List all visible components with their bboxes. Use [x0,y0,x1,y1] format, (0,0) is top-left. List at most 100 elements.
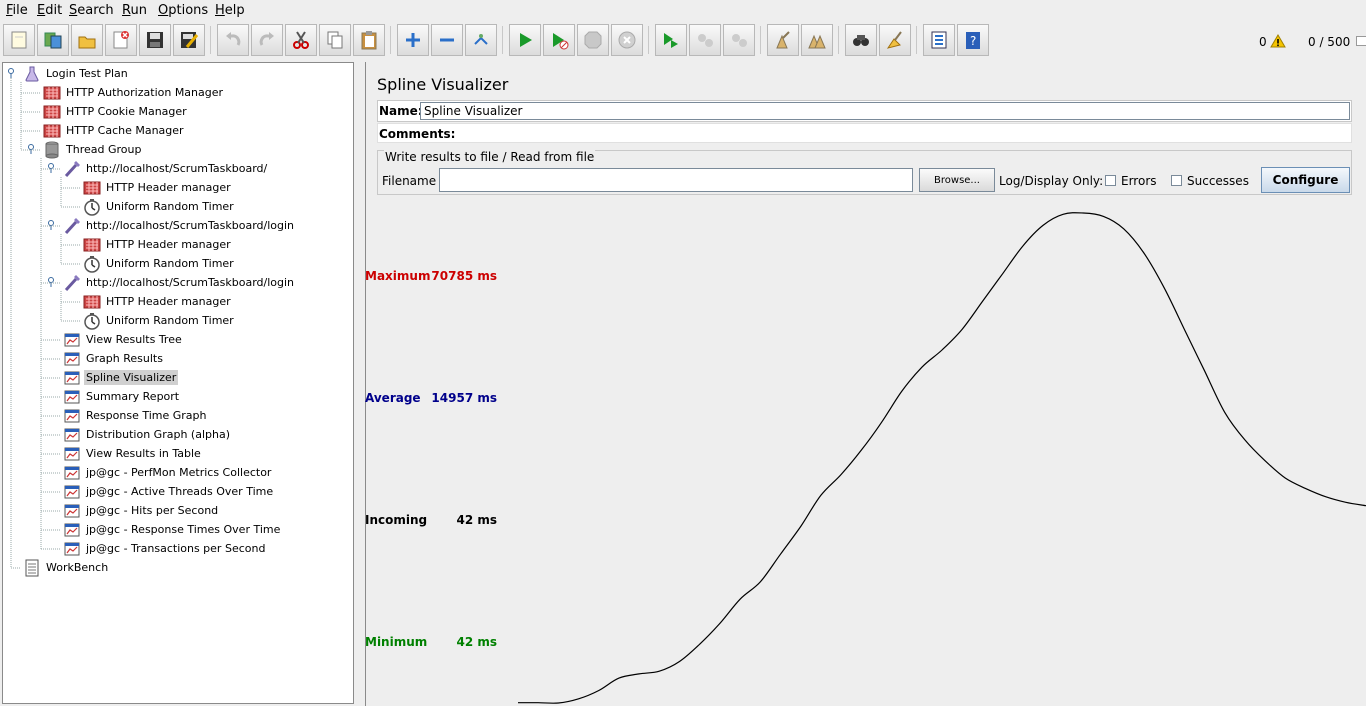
reset-search-button[interactable] [879,24,911,56]
tree-item[interactable]: HTTP Header manager [83,235,233,254]
listener-icon [63,369,81,387]
cut-button[interactable] [285,24,317,56]
tree-item-label: HTTP Cache Manager [66,124,184,137]
collapse-button[interactable] [431,24,463,56]
shutdown-button[interactable] [611,24,643,56]
timer-icon [83,255,101,273]
tree-item-label: WorkBench [46,561,109,574]
tree-item-label: View Results Tree [86,333,182,346]
save-as-button[interactable] [173,24,205,56]
tree-expand-handle[interactable] [48,163,54,174]
tree-item[interactable]: jp@gc - Transactions per Second [63,539,267,558]
tree-item[interactable]: HTTP Cache Manager [43,121,186,140]
tree-item[interactable]: Graph Results [63,349,165,368]
tree-item-label: HTTP Header manager [106,295,231,308]
tree-item-label: Spline Visualizer [84,370,179,385]
help-button[interactable]: ? [957,24,989,56]
stop-icon [584,31,602,49]
tree-item[interactable]: jp@gc - Active Threads Over Time [63,482,275,501]
listener-icon [63,502,81,520]
start-button[interactable] [509,24,541,56]
redo-button[interactable] [251,24,283,56]
templates-button[interactable] [37,24,69,56]
tree-item-label: http://localhost/ScrumTaskboard/login [86,276,295,289]
clear-all-button[interactable] [801,24,833,56]
stop-button[interactable] [577,24,609,56]
copy-button[interactable] [319,24,351,56]
shutdown-icon [618,31,636,49]
tree-item[interactable]: jp@gc - Hits per Second [63,501,220,520]
search-button[interactable] [845,24,877,56]
menu-edit[interactable]: Edit [37,3,62,18]
tree-item[interactable]: HTTP Cookie Manager [43,102,189,121]
tree-item[interactable]: Thread Group [43,140,143,159]
name-field[interactable] [420,102,1350,120]
menu-bar: File Edit Search Run Options Help [0,0,1366,22]
tree-item[interactable]: HTTP Header manager [83,178,233,197]
remote-start-button[interactable] [655,24,687,56]
file-section: Write results to file / Read from file F… [377,150,1352,195]
comments-row[interactable]: Comments: [377,123,1352,143]
svg-text:?: ? [970,34,976,48]
tree-item[interactable]: Login Test Plan [23,64,130,83]
tree-item[interactable]: View Results in Table [63,444,203,463]
config-element-icon [83,179,101,197]
remote-stop-button[interactable] [689,24,721,56]
filename-field[interactable] [439,168,913,192]
toggle-button[interactable] [465,24,497,56]
toggle-icon [474,34,488,45]
tree-item[interactable]: http://localhost/ScrumTaskboard/login [63,216,296,235]
tree-item-label: Uniform Random Timer [106,257,234,270]
clear-button[interactable] [767,24,799,56]
menu-file[interactable]: File [6,3,28,18]
tree-item[interactable]: Distribution Graph (alpha) [63,425,232,444]
tree-item[interactable]: http://localhost/ScrumTaskboard/login [63,273,296,292]
tree-expand-handle[interactable] [28,144,34,155]
tree-item[interactable]: HTTP Authorization Manager [43,83,225,102]
function-helper-button[interactable] [923,24,955,56]
tree-item[interactable]: jp@gc - PerfMon Metrics Collector [63,463,273,482]
splitter[interactable] [356,62,364,706]
tree-expand-handle[interactable] [48,277,54,288]
templates-icon [44,32,62,49]
browse-button[interactable]: Browse... [919,168,995,192]
tree-item[interactable]: Response Time Graph [63,406,208,425]
tree-item-label: Distribution Graph (alpha) [86,428,230,441]
configure-button[interactable]: Configure [1261,167,1350,193]
tree-item[interactable]: Uniform Random Timer [83,311,236,330]
start-no-timers-button[interactable] [543,24,575,56]
tree-item[interactable]: Uniform Random Timer [83,197,236,216]
tree-item-label: jp@gc - Active Threads Over Time [86,485,274,498]
tree-item-label: Graph Results [86,352,163,365]
save-button[interactable] [139,24,171,56]
close-button[interactable] [105,24,137,56]
tree-item[interactable]: http://localhost/ScrumTaskboard/ [63,159,269,178]
tree-item[interactable]: Summary Report [63,387,181,406]
tree-item[interactable]: Uniform Random Timer [83,254,236,273]
undo-button[interactable] [217,24,249,56]
tree-expand-handle[interactable] [48,220,54,231]
errors-checkbox[interactable] [1105,175,1116,186]
menu-help[interactable]: Help [215,3,245,18]
open-button[interactable] [71,24,103,56]
open-icon [78,36,96,49]
menu-options[interactable]: Options [158,3,208,18]
thread-indicator [1356,36,1366,46]
tree-item[interactable]: Spline Visualizer [63,368,179,387]
menu-search[interactable]: Search [69,3,114,18]
tree-item[interactable]: jp@gc - Response Times Over Time [63,520,282,539]
tree-item[interactable]: WorkBench [23,558,110,577]
tree-item[interactable]: HTTP Header manager [83,292,233,311]
start-no-timers-icon [553,33,569,50]
new-button[interactable] [3,24,35,56]
timer-icon [83,198,101,216]
undo-icon [226,32,241,46]
menu-run[interactable]: Run [122,3,147,18]
tree-expand-handle[interactable] [8,68,14,79]
successes-checkbox[interactable] [1171,175,1182,186]
save-as-icon [181,32,199,48]
tree-item[interactable]: View Results Tree [63,330,184,349]
paste-button[interactable] [353,24,385,56]
expand-button[interactable] [397,24,429,56]
remote-exit-button[interactable] [723,24,755,56]
